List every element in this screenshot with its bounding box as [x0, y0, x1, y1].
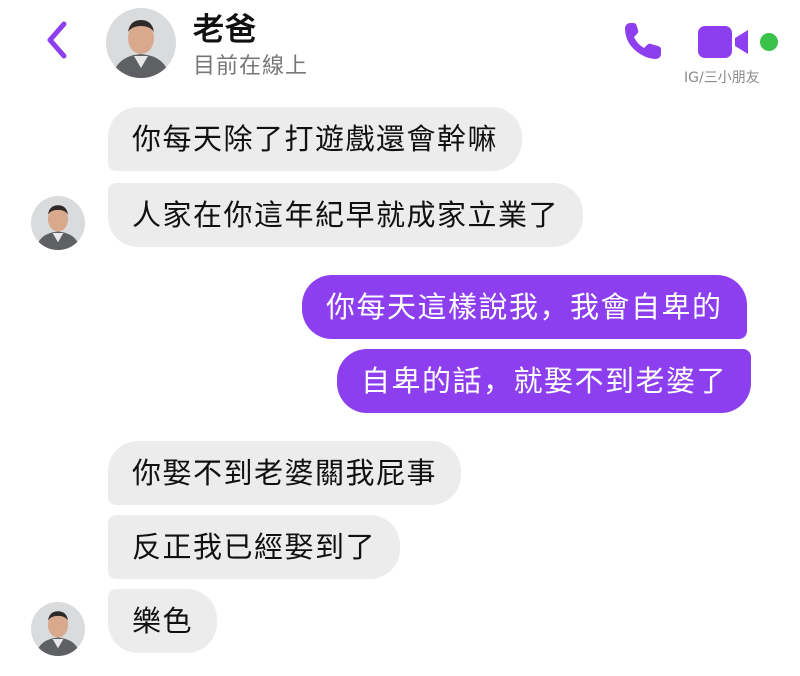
person-avatar-icon	[31, 196, 85, 250]
chat-screen: 老爸 目前在線上 IG/三小朋友 你每天除了打遊戲還會幹嘛 人家在你這年紀早就成…	[0, 0, 800, 676]
person-avatar-icon	[106, 8, 176, 78]
message-bubble-sent[interactable]: 你每天這樣說我，我會自卑的	[302, 275, 747, 339]
voice-call-button[interactable]	[620, 18, 666, 64]
message-bubble-received[interactable]: 反正我已經娶到了	[108, 515, 401, 579]
message-bubble-sent[interactable]: 自卑的話，就娶不到老婆了	[337, 349, 752, 413]
message-bubble-received[interactable]: 你每天除了打遊戲還會幹嘛	[108, 107, 523, 171]
message-bubble-received[interactable]: 樂色	[108, 589, 218, 653]
back-button[interactable]	[38, 18, 78, 62]
chevron-left-icon	[47, 21, 67, 59]
chat-header: 老爸 目前在線上 IG/三小朋友	[0, 0, 800, 98]
contact-name: 老爸	[193, 12, 257, 48]
online-indicator	[760, 33, 778, 51]
message-bubble-received[interactable]: 你娶不到老婆關我屁事	[108, 441, 462, 505]
video-camera-icon	[698, 26, 748, 58]
online-status: 目前在線上	[193, 54, 309, 79]
contact-avatar[interactable]	[31, 196, 85, 250]
contact-avatar[interactable]	[106, 8, 176, 78]
message-bubble-received[interactable]: 人家在你這年紀早就成家立業了	[108, 183, 584, 247]
video-call-button[interactable]	[698, 26, 752, 58]
person-avatar-icon	[31, 602, 85, 656]
phone-icon	[625, 23, 661, 59]
watermark-text: IG/三小朋友	[684, 70, 760, 86]
contact-avatar[interactable]	[31, 602, 85, 656]
